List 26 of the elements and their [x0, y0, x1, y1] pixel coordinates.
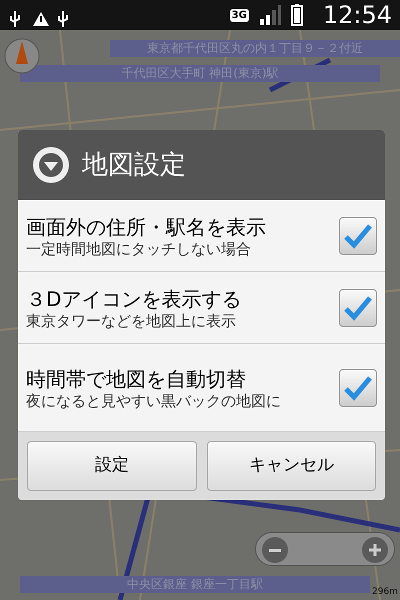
dropdown-circle-icon — [32, 146, 70, 184]
setting-label: 時間帯で地図を自動切替 — [26, 366, 247, 392]
map-scale-label: 296m — [372, 586, 398, 599]
checkbox[interactable] — [339, 368, 377, 406]
network-type-label: 3G — [230, 8, 249, 22]
plus-icon — [369, 544, 381, 556]
zoom-in-button[interactable] — [362, 537, 388, 563]
battery-icon — [290, 4, 303, 26]
setting-row[interactable]: ３Dアイコンを表示する 東京タワーなどを地図上に表示 — [18, 272, 385, 344]
confirm-button[interactable]: 設定 — [27, 441, 196, 491]
compass-icon — [4, 38, 40, 74]
setting-summary: 東京タワーなどを地図上に表示 — [26, 312, 237, 330]
cancel-button[interactable]: キャンセル — [206, 441, 376, 491]
checkbox[interactable] — [339, 216, 377, 254]
setting-summary: 一定時間地図にタッチしない場合 — [26, 240, 252, 258]
setting-label: 画面外の住所・駅名を表示 — [26, 214, 267, 240]
setting-label: ３Dアイコンを表示する — [26, 286, 242, 312]
zoom-control[interactable] — [255, 532, 395, 566]
signal-icon — [258, 5, 281, 25]
clock-time: 12:54 — [322, 0, 392, 31]
zoom-out-button[interactable] — [262, 537, 288, 563]
checkbox[interactable] — [339, 288, 377, 326]
setting-row[interactable]: 画面外の住所・駅名を表示 一定時間地図にタッチしない場合 — [18, 200, 385, 272]
minus-icon — [269, 548, 281, 552]
dialog-title: 地図設定 — [82, 148, 186, 182]
setting-summary: 夜になると見やすい黒バックの地図に — [26, 392, 282, 410]
